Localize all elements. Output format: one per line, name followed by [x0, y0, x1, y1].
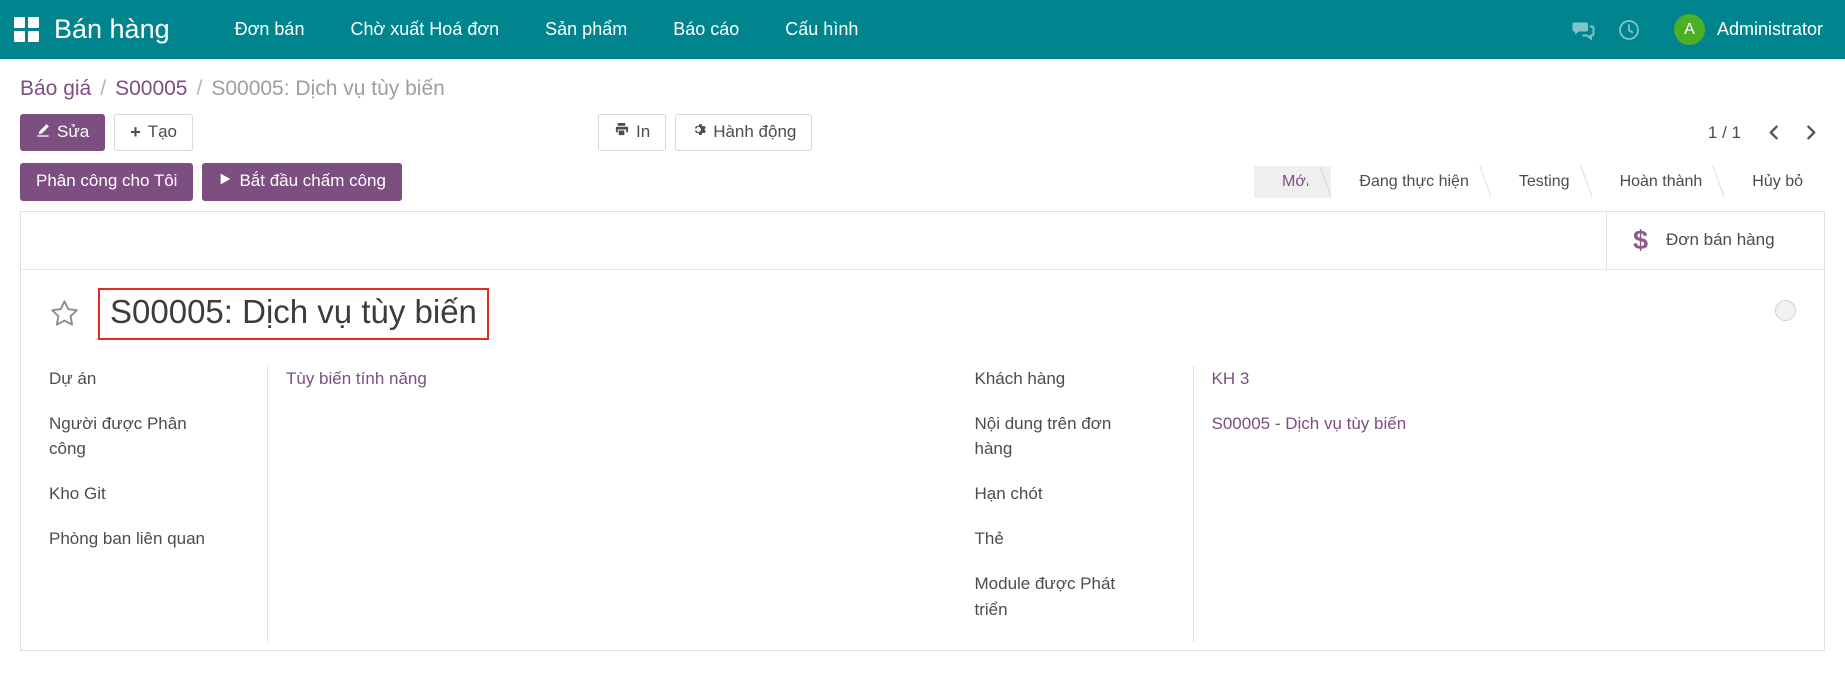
field-value-module-duoc-phat-trien[interactable] — [1212, 546, 1825, 572]
field-value-nguoi-duoc-phan-cong[interactable] — [286, 411, 923, 437]
field-value-han-chot[interactable] — [1212, 456, 1825, 482]
menu-item-bao-cao[interactable]: Báo cáo — [650, 0, 762, 59]
start-timesheet-button[interactable]: Bắt đầu chấm công — [202, 163, 402, 201]
edit-button-label: Sửa — [57, 122, 90, 141]
smart-button-label: Đơn bán hàng — [1666, 230, 1775, 250]
field-group-left: Dự án Người được Phân công Kho Git Phòng… — [21, 365, 923, 642]
field-label-kho-git: Kho Git — [49, 484, 106, 504]
start-timesheet-label: Bắt đầu chấm công — [239, 171, 386, 191]
odoo-form-view: Bán hàng Đơn bán Chờ xuất Hoá đơn Sản ph… — [0, 0, 1845, 680]
gear-icon — [691, 122, 706, 142]
workflow-buttons: Phân công cho Tôi Bắt đầu chấm công — [20, 163, 402, 201]
status-stage-huy-bo[interactable]: Hủy bỏ — [1724, 166, 1825, 199]
field-link-khach-hang[interactable]: KH 3 — [1212, 369, 1250, 388]
avatar: A — [1673, 14, 1705, 45]
field-value-phong-ban-lien-quan[interactable] — [286, 501, 923, 527]
field-label-nguoi-duoc-phan-cong: Người được Phân công — [49, 413, 187, 459]
edit-button[interactable]: Sửa — [20, 114, 106, 152]
field-label-du-an: Dự án — [49, 368, 97, 388]
top-navbar: Bán hàng Đơn bán Chờ xuất Hoá đơn Sản ph… — [0, 0, 1845, 59]
field-group-right: Khách hàng Nội dung trên đơn hàng Hạn ch… — [923, 365, 1825, 642]
status-stage-moi[interactable]: Mới — [1254, 166, 1332, 199]
field-value-du-an[interactable]: Tùy biến tính năng — [286, 366, 923, 392]
page-title: S00005: Dịch vụ tùy biến — [98, 287, 489, 340]
right-field-labels: Khách hàng Nội dung trên đơn hàng Hạn ch… — [975, 366, 1193, 642]
status-stage-testing[interactable]: Testing — [1490, 166, 1592, 199]
field-groups: Dự án Người được Phân công Kho Git Phòng… — [21, 346, 1824, 642]
breadcrumb: Báo giá / S00005 / S00005: Dịch vụ tùy b… — [20, 59, 1825, 109]
breadcrumb-root[interactable]: Báo giá — [20, 77, 91, 101]
field-link-du-an[interactable]: Tùy biến tính năng — [286, 369, 427, 388]
field-link-noi-dung-tren-don-hang[interactable]: S00005 - Dịch vụ tùy biến — [1212, 414, 1407, 433]
print-button[interactable]: In — [598, 113, 667, 152]
menu-item-cau-hinh[interactable]: Cấu hình — [762, 0, 881, 59]
breadcrumb-separator: / — [196, 77, 203, 100]
create-button[interactable]: + Tạo — [114, 114, 193, 152]
chat-bubble-icon[interactable] — [1560, 7, 1606, 53]
create-button-label: Tạo — [147, 122, 177, 141]
status-row: Phân công cho Tôi Bắt đầu chấm công Mới … — [20, 159, 1825, 210]
sheet-wrapper: $ Đơn bán hàng S00005: Dịch vụ tùy biến … — [0, 210, 1845, 651]
assign-to-me-button[interactable]: Phân công cho Tôi — [20, 163, 194, 201]
user-name: Administrator — [1716, 19, 1823, 39]
clock-icon[interactable] — [1606, 7, 1652, 53]
control-panel: Báo giá / S00005 / S00005: Dịch vụ tùy b… — [0, 59, 1845, 211]
chevron-right-icon[interactable] — [1795, 118, 1825, 148]
field-value-khach-hang[interactable]: KH 3 — [1212, 366, 1825, 392]
dollar-icon: $ — [1633, 224, 1649, 255]
record-buttons: Sửa + Tạo — [20, 114, 193, 152]
statusbar: Mới Đang thực hiện Testing Hoàn thành Hủ… — [1254, 166, 1825, 199]
control-panel-buttons-row: Sửa + Tạo In Hành động 1 / 1 — [20, 109, 1825, 159]
kanban-state-circle-icon[interactable] — [1775, 299, 1796, 321]
left-field-labels: Dự án Người được Phân công Kho Git Phòng… — [49, 366, 267, 642]
field-label-khach-hang: Khách hàng — [974, 368, 1066, 388]
pager: 1 / 1 — [1708, 118, 1825, 148]
play-icon — [218, 171, 232, 191]
control-panel-middle-buttons: In Hành động — [598, 113, 813, 152]
field-label-the: Thẻ — [974, 529, 1004, 549]
record-title-row: S00005: Dịch vụ tùy biến — [21, 270, 1824, 346]
field-value-kho-git[interactable] — [286, 456, 923, 482]
apps-grid-icon[interactable] — [14, 16, 40, 43]
form-sheet: $ Đơn bán hàng S00005: Dịch vụ tùy biến … — [20, 210, 1825, 651]
main-menu: Đơn bán Chờ xuất Hoá đơn Sản phẩm Báo cá… — [212, 0, 882, 59]
menu-item-san-pham[interactable]: Sản phẩm — [522, 0, 650, 59]
breadcrumb-parent[interactable]: S00005 — [115, 77, 187, 101]
star-outline-icon[interactable] — [49, 298, 80, 329]
smart-button-box: $ Đơn bán hàng — [21, 211, 1824, 270]
pencil-icon — [36, 122, 50, 142]
smart-button-sale-order[interactable]: $ Đơn bán hàng — [1606, 211, 1824, 269]
field-label-phong-ban-lien-quan: Phòng ban liên quan — [49, 529, 205, 549]
menu-item-cho-xuat-hoa-don[interactable]: Chờ xuất Hoá đơn — [327, 0, 522, 59]
field-value-noi-dung-tren-don-hang[interactable]: S00005 - Dịch vụ tùy biến — [1212, 411, 1825, 437]
status-stage-hoan-thanh[interactable]: Hoàn thành — [1591, 166, 1725, 199]
breadcrumb-current: S00005: Dịch vụ tùy biến — [211, 77, 445, 100]
action-button[interactable]: Hành động — [675, 113, 813, 152]
pager-value: 1 / 1 — [1707, 122, 1741, 142]
field-label-han-chot: Hạn chót — [974, 484, 1043, 504]
print-button-label: In — [636, 121, 651, 141]
right-field-values: KH 3 S00005 - Dịch vụ tùy biến — [1192, 365, 1825, 642]
left-field-values: Tùy biến tính năng — [267, 365, 923, 642]
printer-icon — [614, 122, 629, 142]
app-brand-title[interactable]: Bán hàng — [54, 14, 170, 45]
breadcrumb-separator: / — [100, 77, 107, 100]
navbar-right: A Administrator — [1560, 7, 1823, 53]
status-stage-dang-thuc-hien[interactable]: Đang thực hiện — [1331, 166, 1491, 199]
field-label-noi-dung-tren-don-hang: Nội dung trên đơn hàng — [974, 413, 1112, 459]
plus-icon: + — [130, 122, 141, 143]
action-button-label: Hành động — [713, 121, 797, 141]
menu-item-don-ban[interactable]: Đơn bán — [212, 0, 328, 59]
field-label-module-duoc-phat-trien: Module được Phát triển — [974, 573, 1116, 619]
user-menu[interactable]: A Administrator — [1673, 14, 1823, 45]
chevron-left-icon[interactable] — [1759, 118, 1789, 148]
field-value-the[interactable] — [1212, 501, 1825, 527]
